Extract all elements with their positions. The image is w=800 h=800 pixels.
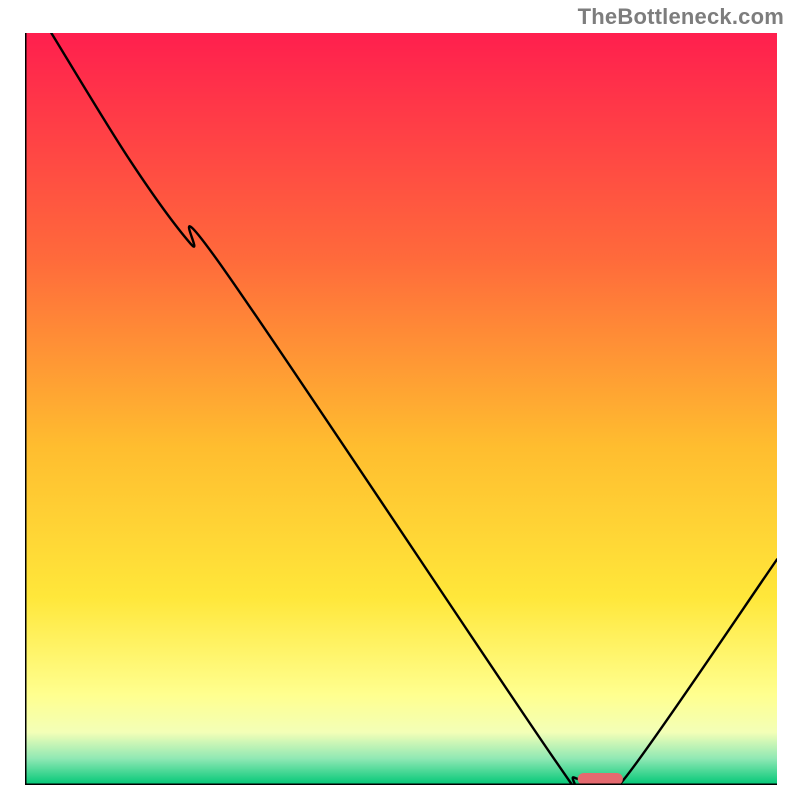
watermark-text: TheBottleneck.com xyxy=(578,4,784,30)
optimal-marker xyxy=(578,773,623,785)
gradient-background xyxy=(25,33,777,785)
chart-svg xyxy=(25,33,777,785)
marker-layer xyxy=(578,773,623,785)
plot-area xyxy=(25,33,777,785)
chart-container: TheBottleneck.com xyxy=(0,0,800,800)
